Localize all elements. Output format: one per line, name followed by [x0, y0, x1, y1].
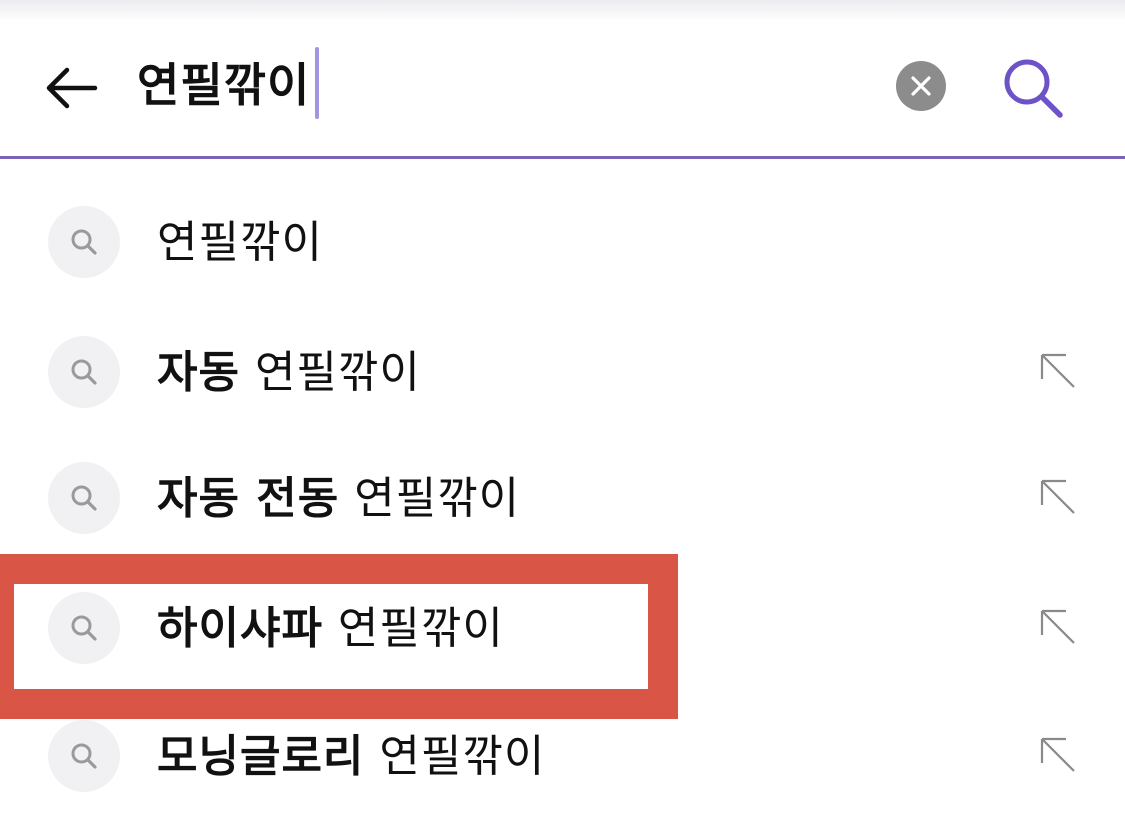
text-caret — [315, 47, 319, 119]
suggestion-text: 자동 연필깎이 — [157, 347, 421, 398]
suggestion-search-icon — [48, 462, 120, 534]
suggestion-row-highlighted[interactable]: 하이샤파 연필깎이 — [0, 562, 1125, 682]
arrow-up-left-icon — [1040, 609, 1075, 644]
suggestion-search-icon — [48, 206, 120, 278]
suggestion-row[interactable]: 자동 전동 연필깎이 — [0, 432, 1125, 552]
search-button[interactable] — [995, 50, 1071, 126]
fill-query-button[interactable] — [1028, 597, 1088, 657]
fill-query-button[interactable] — [1028, 725, 1088, 785]
arrow-up-left-icon — [1040, 737, 1075, 772]
suggestion-text: 모닝글로리 연필깎이 — [157, 731, 546, 782]
suggestion-search-icon — [48, 336, 120, 408]
suggestion-search-icon — [48, 720, 120, 792]
back-button[interactable] — [28, 45, 114, 131]
fill-query-button[interactable] — [1028, 467, 1088, 527]
suggestion-row[interactable]: 자동 연필깎이 — [0, 306, 1125, 426]
clear-button[interactable] — [896, 61, 946, 111]
fill-query-button[interactable] — [1028, 341, 1088, 401]
suggestion-row[interactable]: 연필깎이 — [0, 176, 1125, 296]
suggestion-text: 연필깎이 — [157, 217, 323, 268]
arrow-left-icon — [46, 67, 98, 109]
close-icon — [911, 76, 931, 96]
search-icon — [1004, 59, 1063, 118]
suggestion-text: 자동 전동 연필깎이 — [157, 473, 521, 524]
search-divider — [0, 156, 1125, 159]
suggestion-search-icon — [48, 592, 120, 664]
arrow-up-left-icon — [1040, 479, 1075, 514]
search-bar: 연필깎이 — [0, 0, 1125, 158]
arrow-up-left-icon — [1040, 353, 1075, 388]
suggestion-row[interactable]: 모닝글로리 연필깎이 — [0, 690, 1125, 810]
suggestion-text: 하이샤파 연필깎이 — [157, 603, 504, 654]
search-input[interactable]: 연필깎이 — [137, 52, 310, 118]
